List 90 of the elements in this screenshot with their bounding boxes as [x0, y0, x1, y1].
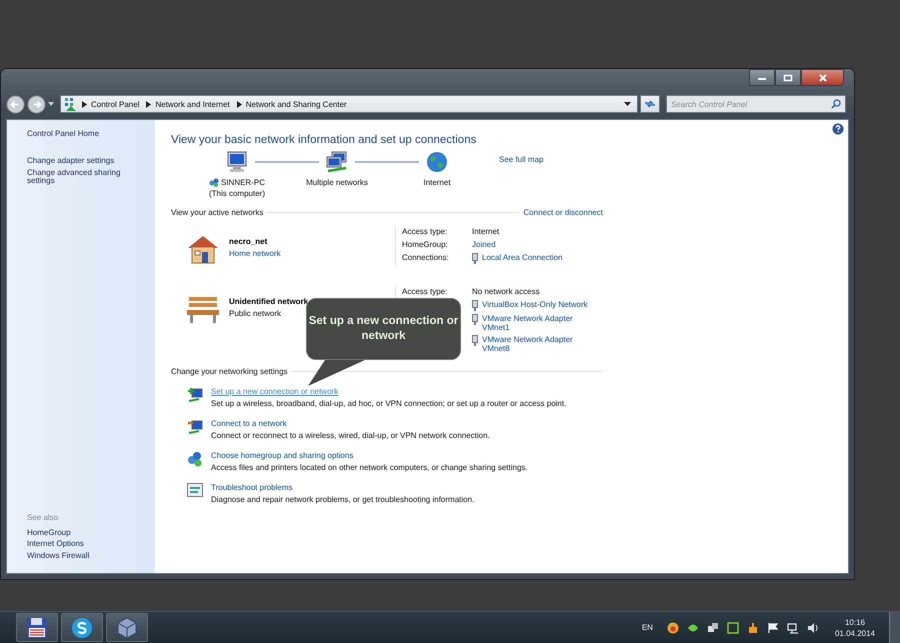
- clock-time[interactable]: 10:16: [844, 618, 865, 626]
- task-link[interactable]: Troubleshoot problems: [211, 483, 474, 492]
- troubleshoot-icon: [187, 483, 203, 497]
- detail-value: Internet: [472, 227, 500, 236]
- network-adapter-icon: [472, 314, 478, 325]
- network-adapter-icon: [472, 335, 478, 346]
- task-description: Set up a wireless, broadband, dial-up, ad hoc, or VPN connection; or set up a router or access point.: [211, 399, 566, 408]
- search-icon: [831, 99, 841, 109]
- section-heading: View your active networks: [171, 208, 264, 217]
- breadcrumb-item[interactable]: Network and Internet: [155, 100, 230, 108]
- chevron-icon: [146, 100, 152, 108]
- taskbar-button[interactable]: [61, 613, 103, 642]
- node-label: Internet: [423, 178, 451, 187]
- dropdown-icon[interactable]: [624, 102, 631, 106]
- connection-link[interactable]: Local Area Connection: [482, 253, 600, 262]
- network-name: Unidentified network: [229, 297, 308, 306]
- connector-line: [255, 161, 319, 163]
- node-label: SINNER-PC: [220, 178, 265, 187]
- connection-link[interactable]: VMware Network Adapter VMnet1: [482, 314, 600, 332]
- globe-icon: [426, 151, 448, 173]
- chevron-icon: [236, 100, 242, 108]
- connect-network-icon: [187, 419, 203, 435]
- back-icon[interactable]: [6, 94, 25, 114]
- page-title: View your basic network information and set up connections: [171, 134, 478, 146]
- forward-icon[interactable]: [27, 94, 46, 114]
- detail-link[interactable]: Joined: [472, 240, 603, 249]
- dropdown-icon[interactable]: [48, 102, 54, 106]
- tray-app-icon[interactable]: [706, 622, 719, 634]
- connector-line: [355, 161, 419, 163]
- connection-link[interactable]: VMware Network Adapter VMnet8: [482, 335, 600, 353]
- maximize-icon: [783, 74, 793, 82]
- network-adapter-icon: [472, 300, 478, 311]
- cube-icon: [116, 616, 138, 638]
- search-field[interactable]: Search Control Panel: [666, 95, 846, 113]
- see-full-map-link[interactable]: See full map: [499, 155, 544, 164]
- maximize-button[interactable]: [775, 69, 801, 86]
- sidebar-link[interactable]: Change adapter settings: [27, 156, 145, 166]
- task-link[interactable]: Connect to a network: [211, 419, 490, 428]
- close-button[interactable]: [801, 69, 844, 86]
- minimize-button[interactable]: [749, 69, 775, 86]
- refresh-icon: [644, 99, 656, 109]
- sidebar-link[interactable]: Change advanced sharing settings: [27, 168, 145, 186]
- refresh-button[interactable]: [640, 95, 660, 113]
- computer-icon: [225, 151, 249, 173]
- connect-or-disconnect-link[interactable]: Connect or disconnect: [523, 208, 603, 217]
- network-icon[interactable]: [786, 622, 799, 634]
- close-icon: [818, 74, 828, 82]
- sidebar-link[interactable]: HomeGroup: [27, 528, 145, 538]
- tray-app-icon[interactable]: [666, 622, 679, 634]
- detail-label: Connections:: [402, 253, 450, 264]
- networked-computers-icon: [325, 151, 349, 173]
- address-bar[interactable]: Control Panel Network and Internet Network and Sharing Center: [60, 95, 638, 113]
- sidebar-link[interactable]: Control Panel Home: [27, 130, 145, 139]
- language-indicator[interactable]: EN: [642, 623, 653, 632]
- node-label: Multiple networks: [306, 178, 368, 187]
- tray-app-icon[interactable]: [746, 622, 759, 634]
- sidebar-link[interactable]: Windows Firewall: [27, 552, 145, 561]
- network-type: Public network: [229, 309, 282, 318]
- letter-s-icon: [71, 616, 93, 638]
- help-icon[interactable]: [832, 123, 844, 135]
- connection-link[interactable]: VirtualBox Host-Only Network: [482, 300, 600, 309]
- detail-label: HomeGroup:: [402, 240, 449, 249]
- control-panel-icon: [64, 97, 78, 111]
- task-description: Connect or reconnect to a wireless, wired, dial-up, or VPN network connection.: [211, 431, 490, 440]
- speaker-icon[interactable]: [806, 622, 819, 634]
- see-also-heading: See also: [27, 512, 60, 522]
- tray-app-icon[interactable]: [726, 622, 739, 634]
- section-heading: Change your networking settings: [171, 367, 288, 376]
- task-link[interactable]: Choose homegroup and sharing options: [211, 451, 528, 460]
- detail-label: Access type:: [402, 287, 448, 296]
- task-description: Access files and printers located on other network computers, or change sharing settings.: [211, 463, 528, 472]
- network-type[interactable]: Home network: [229, 249, 281, 258]
- network-adapter-icon: [472, 253, 478, 264]
- breadcrumb-item[interactable]: Network and Sharing Center: [246, 100, 347, 108]
- chevron-icon: [82, 100, 87, 108]
- detail-value: No network access: [472, 287, 541, 296]
- detail-label: Access type:: [402, 227, 448, 236]
- clock-date[interactable]: 01.04.2014: [834, 628, 875, 638]
- taskbar-button[interactable]: [16, 613, 58, 642]
- new-connection-icon: [187, 387, 203, 403]
- homegroup-icon: [208, 178, 219, 187]
- network-name: necro_net: [229, 237, 268, 246]
- task-description: Diagnose and repair network problems, or get troubleshooting information.: [211, 495, 474, 504]
- homegroup-icon: [187, 451, 203, 467]
- tooltip-text: Set up a new connection or network: [308, 314, 458, 344]
- breadcrumb-item[interactable]: Control Panel: [91, 100, 140, 108]
- node-sublabel: (This computer): [208, 189, 265, 198]
- sidebar-link[interactable]: Internet Options: [27, 540, 145, 550]
- tray-app-icon[interactable]: [686, 622, 699, 634]
- flag-icon[interactable]: [766, 622, 779, 634]
